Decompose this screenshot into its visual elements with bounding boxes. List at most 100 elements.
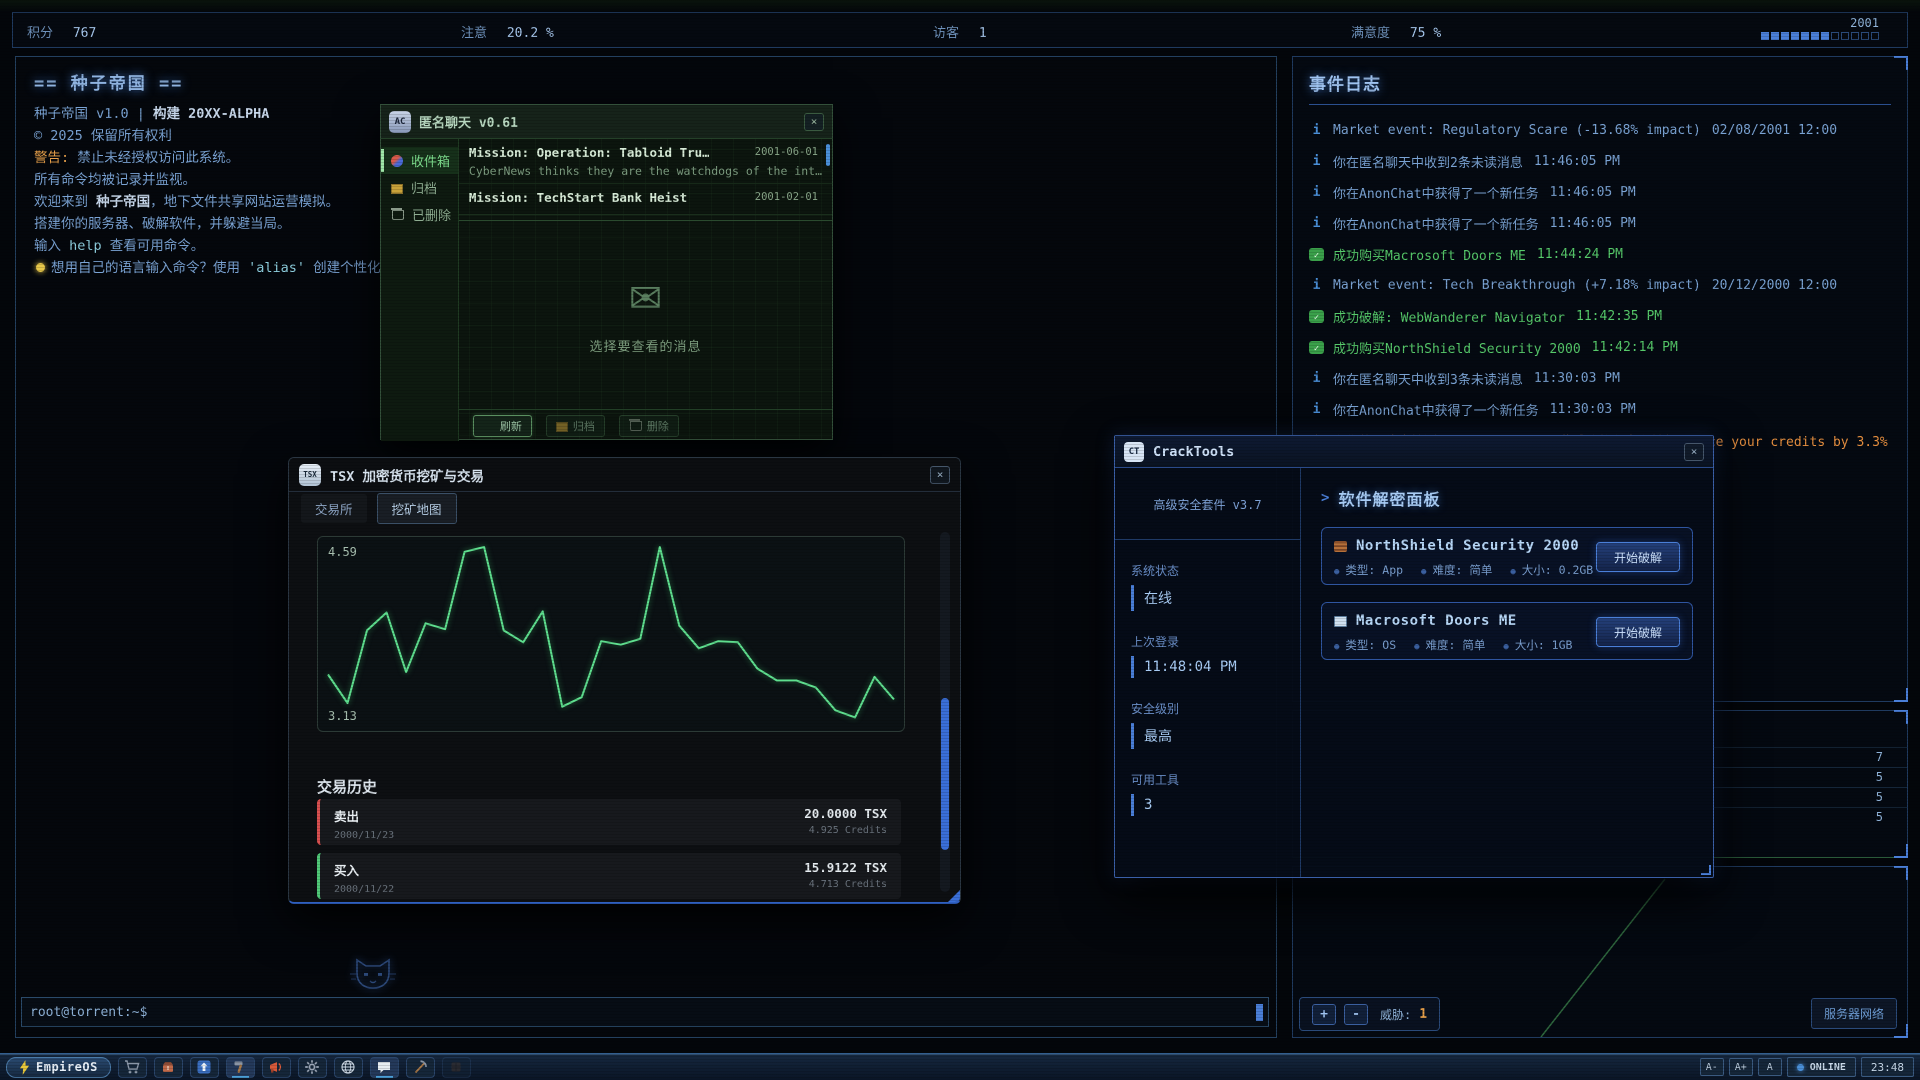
stat-block: 上次登录 11:48:04 PM bbox=[1115, 633, 1300, 678]
server-network-button[interactable]: 服务器网络 bbox=[1811, 998, 1897, 1029]
zoom-in-button[interactable]: + bbox=[1312, 1004, 1336, 1025]
year-value: 2001 bbox=[1761, 16, 1879, 30]
zoom-out-button[interactable]: - bbox=[1344, 1004, 1368, 1025]
event-log-entry: 你在AnonChat中获得了一个新任务 11:30:03 PM bbox=[1309, 394, 1891, 425]
tsx-titlebar[interactable]: TSX TSX 加密货币挖矿与交易 × bbox=[289, 458, 960, 492]
software-size: ●大小: 0.2GB bbox=[1510, 562, 1593, 578]
event-time: 11:46:05 PM bbox=[1550, 185, 1636, 200]
decrypt-panel: > 软件解密面板 NorthShield Security 2000 ●类型: … bbox=[1301, 468, 1713, 877]
event-kind-icon bbox=[1309, 310, 1324, 323]
event-log-entry: 你在匿名聊天中收到2条未读消息 11:46:05 PM bbox=[1309, 146, 1891, 177]
message-list-item[interactable]: Mission: TechStart Bank Heist 2001-02-01 bbox=[459, 184, 832, 215]
resize-handle[interactable] bbox=[1701, 865, 1711, 875]
cracktools-sidebar: 高级安全套件 v3.7 系统状态 在线 上次登录 11:48:04 PM 安全级… bbox=[1115, 468, 1301, 877]
chat-icon[interactable] bbox=[370, 1057, 399, 1078]
software-difficulty: ●难度: 简单 bbox=[1421, 562, 1492, 578]
message-list-item[interactable]: Mission: Operation: Tabloid Tru… 2001-06… bbox=[459, 139, 832, 184]
terminal-cursor bbox=[1256, 1004, 1263, 1021]
trade-date: 2000/11/22 bbox=[334, 884, 887, 895]
year-progress-block bbox=[1781, 32, 1789, 40]
message-subject: Mission: Operation: Tabloid Tru… bbox=[469, 145, 709, 160]
message-list-scrollbar[interactable] bbox=[826, 144, 830, 166]
event-time: 11:30:03 PM bbox=[1534, 371, 1620, 386]
toolbar-button-label: 删除 bbox=[647, 418, 669, 434]
folder-item[interactable]: 归档 bbox=[381, 174, 458, 201]
event-time: 11:42:35 PM bbox=[1576, 309, 1662, 324]
server-network-panel: + - 威胁: 1 服务器网络 bbox=[1292, 866, 1908, 1038]
trash-icon bbox=[630, 421, 642, 431]
pickaxe-icon[interactable] bbox=[406, 1057, 435, 1078]
font-reset-button[interactable]: A bbox=[1758, 1058, 1782, 1076]
year-progress-block bbox=[1791, 32, 1799, 40]
tsx-tab[interactable]: 交易所 bbox=[301, 494, 367, 523]
tsx-tabs: 交易所 挖矿地图 bbox=[289, 492, 960, 524]
software-list: NorthShield Security 2000 ●类型: App ●难度: … bbox=[1321, 527, 1693, 660]
archive-icon bbox=[391, 184, 403, 194]
tsx-scrollbar-thumb[interactable] bbox=[941, 698, 949, 850]
corner-bracket bbox=[1894, 844, 1908, 858]
online-label: ONLINE bbox=[1810, 1062, 1846, 1073]
threat-label: 威胁: bbox=[1380, 1006, 1411, 1023]
font-smaller-button[interactable]: A- bbox=[1700, 1058, 1724, 1076]
package-icon[interactable] bbox=[442, 1057, 471, 1078]
satisfaction-label: 满意度 bbox=[1351, 26, 1390, 41]
resize-handle[interactable] bbox=[948, 890, 960, 902]
font-larger-button[interactable]: A+ bbox=[1729, 1058, 1753, 1076]
taskbar-app-icons bbox=[111, 1057, 471, 1078]
cracktools-titlebar[interactable]: CT CrackTools × bbox=[1115, 436, 1713, 468]
event-text: 成功购买NorthShield Security 2000 bbox=[1333, 338, 1581, 357]
suite-version: 高级安全套件 v3.7 bbox=[1115, 496, 1300, 540]
trash-icon bbox=[392, 210, 404, 220]
box-icon[interactable] bbox=[154, 1057, 183, 1078]
event-kind-icon bbox=[1309, 154, 1324, 169]
hammer-icon[interactable] bbox=[226, 1057, 255, 1078]
terminal-input[interactable]: root@torrent:~$ bbox=[21, 997, 1269, 1027]
folder-item[interactable]: 收件箱 bbox=[381, 147, 458, 174]
toolbar-button-label: 归档 bbox=[573, 418, 595, 434]
close-icon[interactable]: × bbox=[930, 466, 950, 484]
folder-label: 收件箱 bbox=[411, 151, 450, 170]
event-log-entries: Market event: Regulatory Scare (-13.68% … bbox=[1309, 115, 1891, 456]
event-log-entry: 成功破解: WebWanderer Navigator 11:42:35 PM bbox=[1309, 301, 1891, 332]
globe-icon[interactable] bbox=[334, 1057, 363, 1078]
event-time: 11:46:05 PM bbox=[1534, 154, 1620, 169]
software-card: NorthShield Security 2000 ●类型: App ●难度: … bbox=[1321, 527, 1693, 585]
megaphone-icon[interactable] bbox=[262, 1057, 291, 1078]
close-icon[interactable]: × bbox=[804, 113, 824, 131]
chevron-right-icon: > bbox=[1321, 490, 1329, 506]
bullet-icon: ● bbox=[1503, 642, 1508, 652]
start-crack-button[interactable]: 开始破解 bbox=[1596, 542, 1680, 572]
bullet-icon: ● bbox=[1334, 642, 1339, 652]
inbox-icon bbox=[391, 155, 403, 167]
trade-row: 买入 2000/11/22 15.9122 TSX 4.713 Credits bbox=[317, 853, 901, 899]
anonchat-titlebar[interactable]: AC 匿名聊天 v0.61 × bbox=[381, 105, 832, 139]
toolbar-button[interactable]: 删除 bbox=[619, 415, 679, 437]
anonchat-window: AC 匿名聊天 v0.61 × 收件箱 归档 已删除 bbox=[380, 104, 833, 440]
start-button[interactable]: EmpireOS bbox=[6, 1057, 111, 1078]
year-progress-block bbox=[1811, 32, 1819, 40]
tsx-tab[interactable]: 挖矿地图 bbox=[377, 493, 457, 524]
stat-block: 系统状态 在线 bbox=[1115, 562, 1300, 611]
message-date: 2001-02-01 bbox=[755, 191, 818, 203]
folder-item[interactable]: 已删除 bbox=[381, 201, 458, 228]
decrypt-panel-header: > 软件解密面板 bbox=[1321, 486, 1693, 510]
software-size: ●大小: 1GB bbox=[1503, 637, 1572, 653]
event-log-entry: Market event: Regulatory Scare (-13.68% … bbox=[1309, 115, 1891, 146]
event-kind-icon bbox=[1309, 341, 1324, 354]
message-preview: CyberNews thinks they are the watchdogs … bbox=[469, 164, 822, 178]
gear-icon[interactable] bbox=[298, 1057, 327, 1078]
toolbar-button[interactable]: 归档 bbox=[546, 415, 605, 437]
event-log-entry: 成功购买NorthShield Security 2000 11:42:14 P… bbox=[1309, 332, 1891, 363]
year-progress-block bbox=[1821, 32, 1829, 40]
upload-icon[interactable] bbox=[190, 1057, 219, 1078]
tsx-scrollbar[interactable] bbox=[940, 532, 950, 892]
score-label: 积分 bbox=[27, 26, 53, 41]
score-value: 767 bbox=[73, 26, 96, 41]
satisfaction-value: 75 % bbox=[1410, 26, 1441, 41]
close-icon[interactable]: × bbox=[1684, 443, 1704, 461]
start-crack-button[interactable]: 开始破解 bbox=[1596, 617, 1680, 647]
tsx-app-icon: TSX bbox=[299, 464, 321, 486]
stat-label: 上次登录 bbox=[1131, 633, 1284, 650]
toolbar-button[interactable]: 刷新 bbox=[473, 415, 532, 437]
cart-icon[interactable] bbox=[118, 1057, 147, 1078]
